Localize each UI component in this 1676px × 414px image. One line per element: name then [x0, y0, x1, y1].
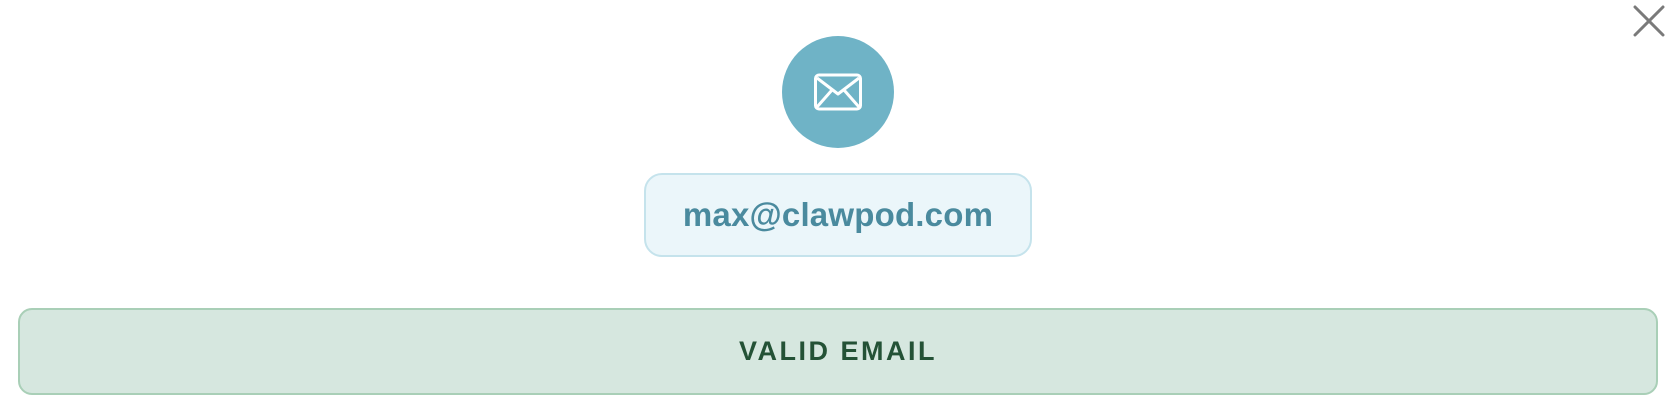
close-button[interactable]: [1632, 4, 1666, 38]
validation-status-label: VALID EMAIL: [739, 336, 937, 366]
email-address: max@clawpod.com: [682, 196, 994, 233]
envelope-icon: [814, 73, 862, 111]
close-icon: [1633, 5, 1665, 37]
envelope-icon-badge: [782, 36, 894, 148]
email-validation-dialog: max@clawpod.com VALID EMAIL: [0, 0, 1676, 414]
email-address-box: max@clawpod.com: [644, 173, 1032, 257]
validation-status-banner: VALID EMAIL: [18, 308, 1658, 395]
